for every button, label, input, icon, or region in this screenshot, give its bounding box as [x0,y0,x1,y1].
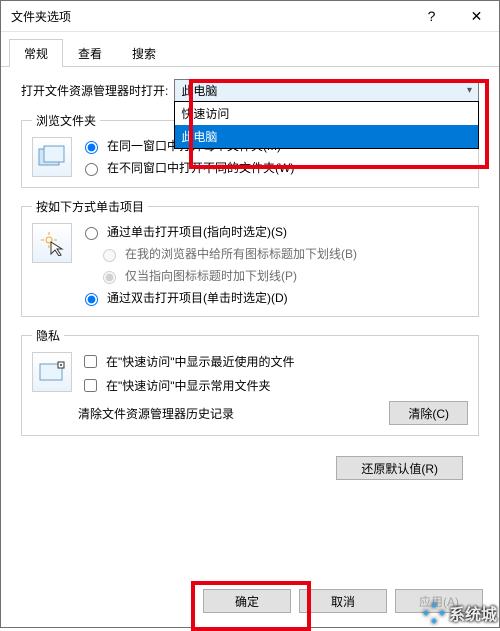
radio-underline-point-label: 仅当指向图标标题时加下划线(P) [125,267,297,284]
combo-dropdown-list: 快速访问 此电脑 [174,101,479,149]
apply-button[interactable]: 应用(A) [395,589,483,613]
combo-option-quick-access[interactable]: 快速访问 [175,102,478,125]
click-icon [32,223,72,263]
combo-selected: 此电脑 [181,82,217,99]
window-title: 文件夹选项 [11,8,409,25]
tab-content: 打开文件资源管理器时打开: 此电脑 ▾ 快速访问 此电脑 浏览文件夹 [1,67,499,589]
radio-double-click-input[interactable] [85,293,98,306]
privacy-icon [32,352,72,392]
radio-underline-point: 仅当指向图标标题时加下划线(P) [98,267,357,284]
tab-strip: 常规 查看 搜索 [1,32,499,67]
radio-same-window-input[interactable] [85,141,98,154]
click-items-legend: 按如下方式单击项目 [32,198,148,215]
open-explorer-label: 打开文件资源管理器时打开: [21,82,168,99]
open-explorer-combo[interactable]: 此电脑 ▾ [174,79,479,102]
tab-view[interactable]: 查看 [63,39,117,67]
combo-option-this-pc[interactable]: 此电脑 [175,125,478,148]
restore-defaults-button[interactable]: 还原默认值(R) [336,456,463,480]
radio-underline-all-label: 在我的浏览器中给所有图标标题加下划线(B) [125,245,357,262]
radio-underline-point-input [103,271,116,284]
close-button[interactable]: ✕ [454,1,499,31]
radio-diff-window-input[interactable] [85,163,98,176]
radio-double-click-label: 通过双击打开项目(单击时选定)(D) [107,289,288,306]
check-recent-files-input[interactable] [84,355,97,368]
titlebar: 文件夹选项 ? ✕ [1,1,499,32]
folder-options-window: 文件夹选项 ? ✕ 常规 查看 搜索 打开文件资源管理器时打开: 此电脑 ▾ 快… [0,0,500,628]
help-button[interactable]: ? [409,1,454,31]
radio-single-click[interactable]: 通过单击打开项目(指向时选定)(S) [80,223,357,240]
check-recent-files[interactable]: 在"快速访问"中显示最近使用的文件 [80,352,295,371]
clear-button[interactable]: 清除(C) [389,401,468,425]
clear-history-label: 清除文件资源管理器历史记录 [78,405,234,422]
open-explorer-dropdown-wrap: 此电脑 ▾ 快速访问 此电脑 [174,79,479,102]
ok-button[interactable]: 确定 [203,589,291,613]
privacy-group: 隐私 在"快速访问"中显示最近使用的文件 在"快速访问"中显示常用文件夹 [21,327,479,436]
check-frequent-folders[interactable]: 在"快速访问"中显示常用文件夹 [80,376,295,395]
privacy-legend: 隐私 [32,327,64,344]
click-items-group: 按如下方式单击项目 通过单击打开项目(指向时选定)(S) 在我的浏览器中给所有图… [21,198,479,317]
browse-icon [32,137,72,177]
tab-general[interactable]: 常规 [9,39,63,67]
radio-single-click-label: 通过单击打开项目(指向时选定)(S) [107,223,287,240]
radio-underline-all-input [103,249,116,262]
check-frequent-folders-label: 在"快速访问"中显示常用文件夹 [106,377,271,394]
radio-diff-window-label: 在不同窗口中打开不同的文件夹(W) [107,159,294,176]
footer: 还原默认值(R) [21,446,479,494]
dialog-buttons: 确定 取消 应用(A) [1,589,499,627]
open-explorer-row: 打开文件资源管理器时打开: 此电脑 ▾ 快速访问 此电脑 [21,79,479,102]
radio-double-click[interactable]: 通过双击打开项目(单击时选定)(D) [80,289,357,306]
cancel-button[interactable]: 取消 [299,589,387,613]
radio-diff-window[interactable]: 在不同窗口中打开不同的文件夹(W) [80,159,294,176]
radio-single-click-input[interactable] [85,227,98,240]
check-frequent-folders-input[interactable] [84,379,97,392]
tab-search[interactable]: 搜索 [117,39,171,67]
check-recent-files-label: 在"快速访问"中显示最近使用的文件 [106,353,295,370]
radio-underline-all: 在我的浏览器中给所有图标标题加下划线(B) [98,245,357,262]
browse-folders-legend: 浏览文件夹 [32,112,100,129]
chevron-down-icon: ▾ [467,85,472,96]
